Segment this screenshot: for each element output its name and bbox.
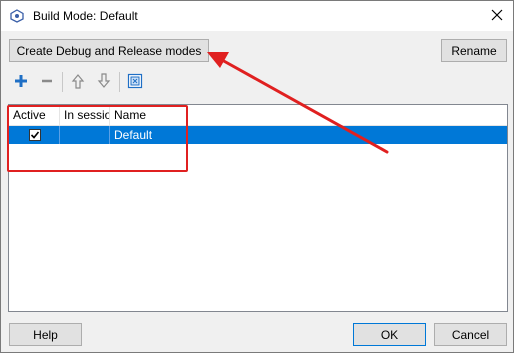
- close-icon: [491, 9, 503, 24]
- app-icon: [10, 9, 24, 23]
- compare-icon: [127, 73, 143, 92]
- toolbar-separator: [119, 72, 120, 92]
- add-icon: [14, 74, 28, 91]
- cancel-button[interactable]: Cancel: [434, 323, 507, 346]
- move-up-icon: [71, 73, 85, 92]
- move-up-button[interactable]: [68, 72, 88, 92]
- window-title: Build Mode: Default: [33, 9, 138, 23]
- remove-button[interactable]: [37, 72, 57, 92]
- ok-button[interactable]: OK: [353, 323, 426, 346]
- close-button[interactable]: [485, 5, 509, 27]
- move-down-icon: [97, 72, 111, 92]
- toolbar-separator: [62, 72, 63, 92]
- build-mode-dialog: Build Mode: Default Create Debug and Rel…: [0, 0, 514, 353]
- move-down-button[interactable]: [94, 72, 114, 92]
- annotation-highlight-box: [7, 105, 188, 172]
- add-button[interactable]: [11, 72, 31, 92]
- title-bar: Build Mode: Default: [1, 1, 513, 31]
- rename-button[interactable]: Rename: [441, 39, 507, 62]
- remove-icon: [40, 74, 54, 91]
- help-button[interactable]: Help: [9, 323, 82, 346]
- create-debug-release-button[interactable]: Create Debug and Release modes: [9, 39, 209, 62]
- compare-button[interactable]: [125, 72, 145, 92]
